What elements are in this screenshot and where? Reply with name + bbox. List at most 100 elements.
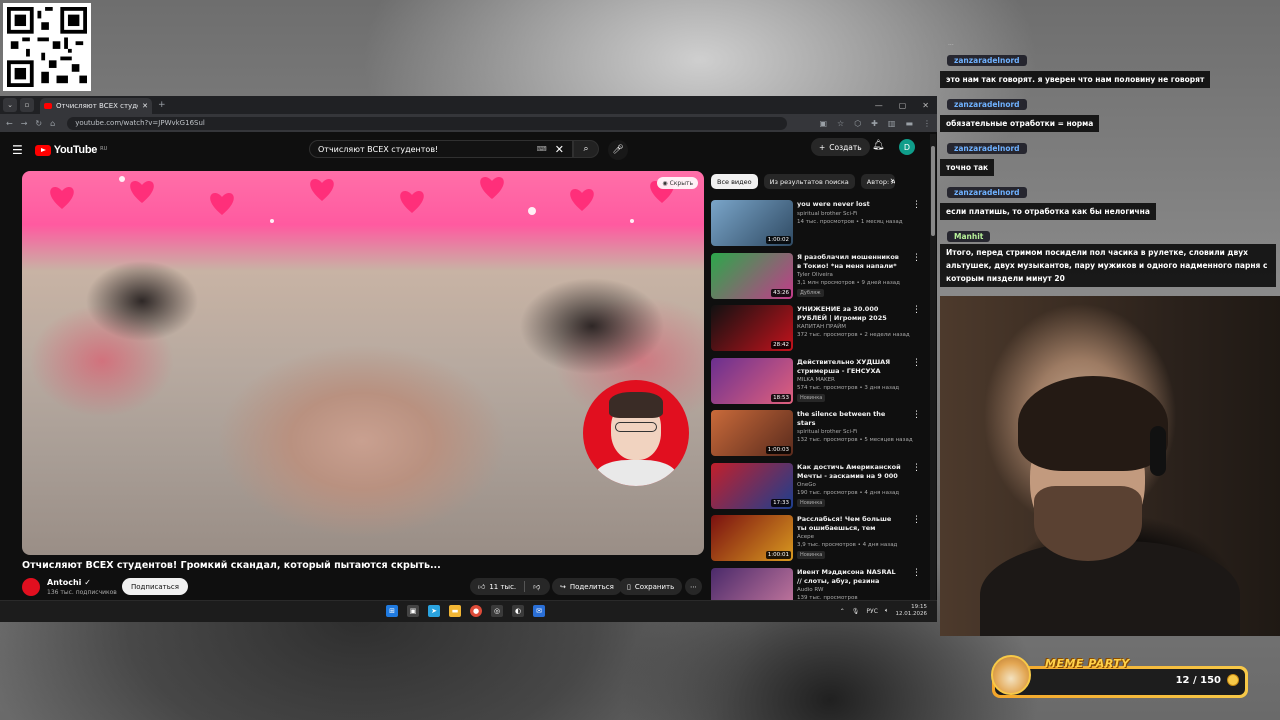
dislike-icon[interactable]: 👎︎ bbox=[533, 582, 540, 591]
create-button[interactable]: + Создать bbox=[811, 138, 870, 156]
more-vert-icon[interactable]: ⋮ bbox=[912, 568, 921, 578]
chip-all[interactable]: Все видео bbox=[711, 174, 758, 189]
recommendation-thumbnail[interactable]: 1:00:01 bbox=[711, 515, 793, 561]
like-icon[interactable]: 👍︎ bbox=[478, 582, 485, 591]
notifications-bell-icon[interactable]: 🔔︎ bbox=[872, 140, 885, 151]
tab-search-button[interactable]: ⌄ bbox=[3, 98, 17, 112]
account-avatar[interactable]: D bbox=[899, 139, 915, 155]
recommendation-item[interactable]: 18:53 Действительно ХУДШАЯ стримерша - Г… bbox=[711, 357, 921, 411]
chat-username[interactable]: zanzaradelnord bbox=[947, 143, 1027, 154]
recommendation-item[interactable]: 1:00:01 Расслабься! Чем больше ты ошибае… bbox=[711, 515, 921, 568]
menu-hamburger-icon[interactable]: ☰ bbox=[12, 143, 23, 157]
recommendation-item[interactable]: 17:33 Как достичь Американской Мечты - з… bbox=[711, 462, 921, 516]
sidebar-icon[interactable]: ▥ bbox=[888, 119, 896, 128]
recommendation-item[interactable]: 1:00:03 the silence between the stars sp… bbox=[711, 410, 921, 463]
forward-icon[interactable]: → bbox=[21, 119, 28, 128]
extension-icon[interactable]: ⬡ bbox=[854, 119, 861, 128]
tab-youtube[interactable]: Отчисляют ВСЕХ студентов! Гр ✕ bbox=[40, 98, 152, 114]
recommendation-item[interactable]: 1:00:02 you were never lost spiritual br… bbox=[711, 200, 921, 253]
steam-icon[interactable]: ◎ bbox=[491, 605, 503, 617]
channel-avatar[interactable] bbox=[22, 578, 40, 596]
recommendation-channel[interactable]: spiritual brother Sci-Fi bbox=[797, 211, 857, 217]
reload-icon[interactable]: ↻ bbox=[35, 119, 42, 128]
recommendation-channel[interactable]: MILKA MAKER bbox=[797, 377, 835, 383]
chrome-icon[interactable]: ● bbox=[470, 605, 482, 617]
more-vert-icon[interactable]: ⋮ bbox=[912, 515, 921, 525]
recommendation-title[interactable]: Ивент Мэддисона NASRAL // слоты, абуз, р… bbox=[797, 568, 902, 586]
close-window-icon[interactable]: ✕ bbox=[922, 101, 929, 110]
more-vert-icon[interactable]: ⋮ bbox=[912, 358, 921, 368]
more-vert-icon[interactable]: ⋮ bbox=[912, 305, 921, 315]
recommendation-title[interactable]: Я разоблачил мошенников в Токио! *на мен… bbox=[797, 253, 902, 271]
share-button[interactable]: ↪ Поделиться bbox=[552, 578, 622, 595]
new-tab-icon[interactable]: + bbox=[158, 100, 166, 110]
chat-username[interactable]: zanzaradelnord bbox=[947, 99, 1027, 110]
recommendation-title[interactable]: УНИЖЕНИЕ за 30.000 РУБЛЕЙ | Игромир 2025 bbox=[797, 305, 902, 323]
more-actions-button[interactable]: ⋯ bbox=[685, 578, 702, 595]
recommendation-channel[interactable]: Audio RW bbox=[797, 587, 823, 593]
install-app-icon[interactable]: ▣ bbox=[819, 119, 827, 128]
url-field[interactable]: youtube.com/watch?v=JPWvkG16Sul bbox=[67, 116, 788, 130]
chip-from-search[interactable]: Из результатов поиска bbox=[763, 174, 855, 189]
recommendation-thumbnail[interactable]: 1:00:02 bbox=[711, 200, 793, 246]
chat-username[interactable]: zanzaradelnord bbox=[947, 55, 1027, 66]
telegram-icon[interactable]: ➤ bbox=[428, 605, 440, 617]
voice-search-button[interactable]: 🎤︎ bbox=[608, 140, 628, 160]
save-button[interactable]: ▯ Сохранить bbox=[619, 578, 683, 595]
recommendation-item[interactable]: 28:42 УНИЖЕНИЕ за 30.000 РУБЛЕЙ | Игроми… bbox=[711, 305, 921, 358]
recommendation-channel[interactable]: OneGo bbox=[797, 482, 816, 488]
channel-name[interactable]: Antochi ✓ bbox=[47, 578, 91, 587]
close-tab-icon[interactable]: ✕ bbox=[142, 102, 148, 110]
recommendation-item[interactable]: 43:26 Я разоблачил мошенников в Токио! *… bbox=[711, 252, 921, 306]
recommendation-thumbnail[interactable]: 17:33 bbox=[711, 462, 793, 509]
profile-icon[interactable]: ▬ bbox=[905, 119, 913, 128]
bookmark-star-icon[interactable]: ☆ bbox=[837, 119, 844, 128]
tray-chevron-icon[interactable]: ⌃ bbox=[840, 608, 845, 615]
search-input[interactable]: Отчисляют ВСЕХ студентов! ⌨ ✕ bbox=[309, 140, 573, 158]
chat-username[interactable]: zanzaradelnord bbox=[947, 187, 1027, 198]
more-vert-icon[interactable]: ⋮ bbox=[912, 410, 921, 420]
puzzle-icon[interactable]: ✚ bbox=[871, 119, 878, 128]
windows-start-icon[interactable]: ⊞ bbox=[386, 605, 398, 617]
network-volume-icon[interactable]: 🔈︎ bbox=[885, 607, 889, 615]
minimize-icon[interactable]: — bbox=[875, 101, 883, 110]
back-icon[interactable]: ← bbox=[6, 119, 13, 128]
recommendation-title[interactable]: you were never lost bbox=[797, 200, 902, 209]
more-vert-icon[interactable]: ⋮ bbox=[912, 253, 921, 263]
more-vert-icon[interactable]: ⋮ bbox=[912, 463, 921, 473]
home-icon[interactable]: ⌂ bbox=[50, 119, 55, 128]
clear-search-icon[interactable]: ✕ bbox=[555, 143, 564, 156]
recommendation-title[interactable]: Действительно ХУДШАЯ стримерша - ГЕНСУХА bbox=[797, 358, 902, 376]
recommendation-channel[interactable]: Tyler Oliveira bbox=[797, 272, 833, 278]
recommendation-channel[interactable]: Асерe bbox=[797, 534, 814, 540]
recommendation-thumbnail[interactable]: 1:00:03 bbox=[711, 410, 793, 456]
recommendation-thumbnail[interactable]: 18:53 bbox=[711, 357, 793, 404]
hide-overlay-button[interactable]: ◉ Скрыть bbox=[657, 177, 698, 189]
chat-username[interactable]: Manhit bbox=[947, 231, 991, 242]
keyboard-icon[interactable]: ⌨ bbox=[537, 145, 547, 153]
recommendation-title[interactable]: Расслабься! Чем больше ты ошибаешься, те… bbox=[797, 515, 902, 533]
scrollbar-thumb[interactable] bbox=[931, 146, 935, 236]
recommendation-thumbnail[interactable]: 43:26 bbox=[711, 252, 793, 299]
recommendation-title[interactable]: Как достичь Американской Мечты - засками… bbox=[797, 463, 902, 481]
language-indicator[interactable]: РУС bbox=[866, 608, 877, 615]
page-scrollbar[interactable] bbox=[930, 134, 936, 614]
file-explorer-icon[interactable]: ▬ bbox=[449, 605, 461, 617]
mic-tray-icon[interactable]: 🎙︎ bbox=[852, 608, 860, 615]
more-vert-icon[interactable]: ⋮ bbox=[912, 200, 921, 210]
search-button[interactable]: ⌕ bbox=[573, 140, 599, 158]
task-view-icon[interactable]: ▣ bbox=[407, 605, 419, 617]
recommendation-channel[interactable]: spiritual brother Sci-Fi bbox=[797, 429, 857, 435]
recommendation-title[interactable]: the silence between the stars bbox=[797, 410, 902, 428]
youtube-logo[interactable]: YouTube RU bbox=[34, 144, 107, 156]
maximize-icon[interactable]: ▢ bbox=[899, 101, 907, 110]
recommendation-channel[interactable]: КАПИТАН ПРАЙМ bbox=[797, 324, 846, 330]
tab-actions-button[interactable]: ▫ bbox=[20, 98, 34, 112]
menu-kebab-icon[interactable]: ⋮ bbox=[923, 119, 931, 128]
video-player[interactable]: ◉ Скрыть bbox=[22, 171, 704, 555]
chevron-right-icon[interactable]: › bbox=[890, 176, 894, 186]
clock[interactable]: 19:15 12.01.2026 bbox=[896, 604, 928, 618]
messenger-icon[interactable]: ✉ bbox=[533, 605, 545, 617]
subscribe-button[interactable]: Подписаться bbox=[122, 578, 188, 595]
obs-icon[interactable]: ◐ bbox=[512, 605, 524, 617]
